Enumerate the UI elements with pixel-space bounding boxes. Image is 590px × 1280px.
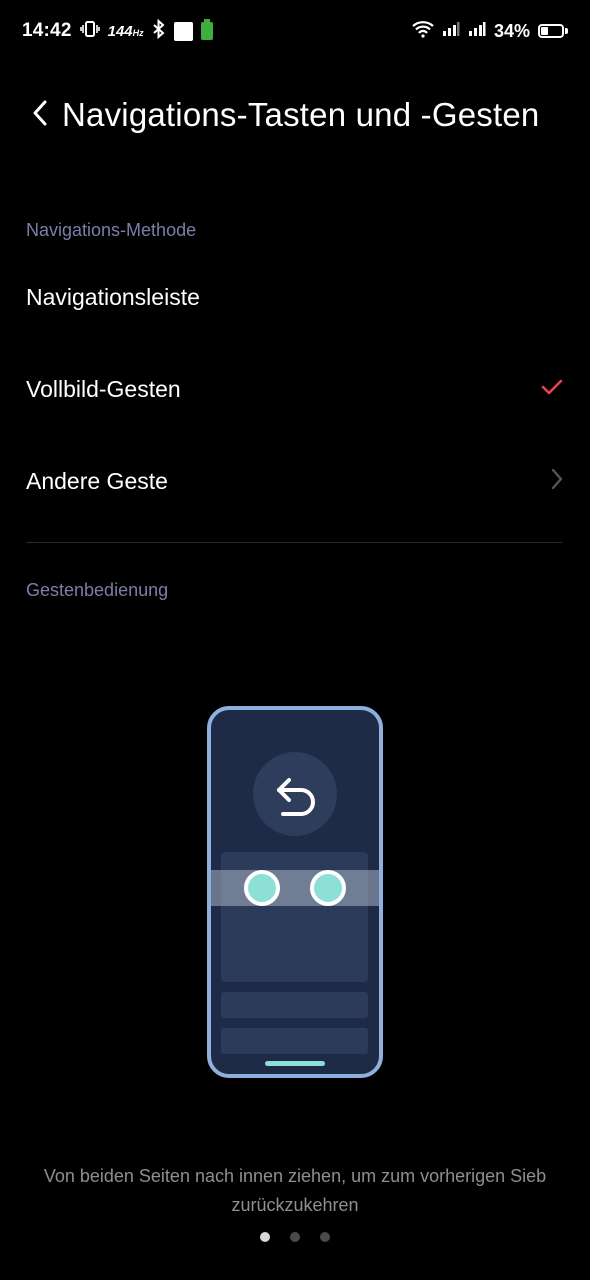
- status-bar-right: 34%: [412, 20, 568, 43]
- option-andere-geste[interactable]: Andere Geste: [0, 441, 590, 521]
- section-divider: [26, 542, 562, 543]
- back-arrow-icon: [253, 752, 337, 836]
- bluetooth-icon: [152, 18, 166, 44]
- battery-saver-icon: [200, 19, 213, 40]
- gesture-illustration: [207, 706, 383, 1085]
- page-dot-3[interactable]: [320, 1232, 330, 1242]
- content-row: [221, 992, 368, 1018]
- signal-icon-2: [468, 21, 486, 42]
- vibrate-icon: [79, 19, 100, 44]
- refresh-rate: 144Hz: [108, 23, 144, 40]
- option-vollbild-gesten[interactable]: Vollbild-Gesten: [0, 349, 590, 429]
- option-navigationsleiste[interactable]: Navigationsleiste: [0, 257, 590, 337]
- status-bar: 14:42 144Hz 34%: [0, 0, 590, 62]
- signal-icon-1: [442, 21, 460, 42]
- page-dot-1[interactable]: [260, 1232, 270, 1242]
- option-label: Navigationsleiste: [26, 283, 200, 310]
- page-title: Navigations-Tasten und -Gesten: [62, 96, 540, 133]
- option-label: Vollbild-Gesten: [26, 375, 181, 402]
- section-label-gesture-control: Gestenbedienung: [26, 580, 169, 600]
- notification-square-icon: [173, 21, 193, 41]
- swipe-band: [211, 870, 379, 906]
- description-line-1: Von beiden Seiten nach innen ziehen, um …: [43, 1166, 547, 1186]
- home-indicator: [265, 1061, 325, 1066]
- checkmark-icon: [540, 377, 564, 402]
- left-touch-dot: [244, 870, 280, 906]
- content-row: [221, 1028, 368, 1054]
- description-line-2: zurückzukehren: [231, 1195, 359, 1215]
- page-indicator: [0, 1232, 590, 1242]
- gesture-description: Von beiden Seiten nach innen ziehen, um …: [0, 1162, 590, 1220]
- chevron-left-icon: [32, 100, 48, 131]
- wifi-icon: [412, 20, 434, 43]
- section-label-navigation-method: Navigations-Methode: [26, 220, 197, 240]
- battery-icon: [538, 24, 568, 38]
- refresh-rate-value: 144: [107, 22, 133, 40]
- status-bar-left: 14:42 144Hz: [22, 18, 213, 44]
- right-touch-dot: [310, 870, 346, 906]
- refresh-rate-unit: Hz: [132, 27, 144, 38]
- page-dot-2[interactable]: [290, 1232, 300, 1242]
- option-label: Andere Geste: [26, 467, 168, 494]
- battery-percent: 34%: [493, 20, 530, 41]
- status-time: 14:42: [22, 20, 72, 41]
- header: Navigations-Tasten und -Gesten: [0, 80, 590, 150]
- back-button[interactable]: [18, 85, 62, 145]
- chevron-right-icon: [550, 468, 564, 495]
